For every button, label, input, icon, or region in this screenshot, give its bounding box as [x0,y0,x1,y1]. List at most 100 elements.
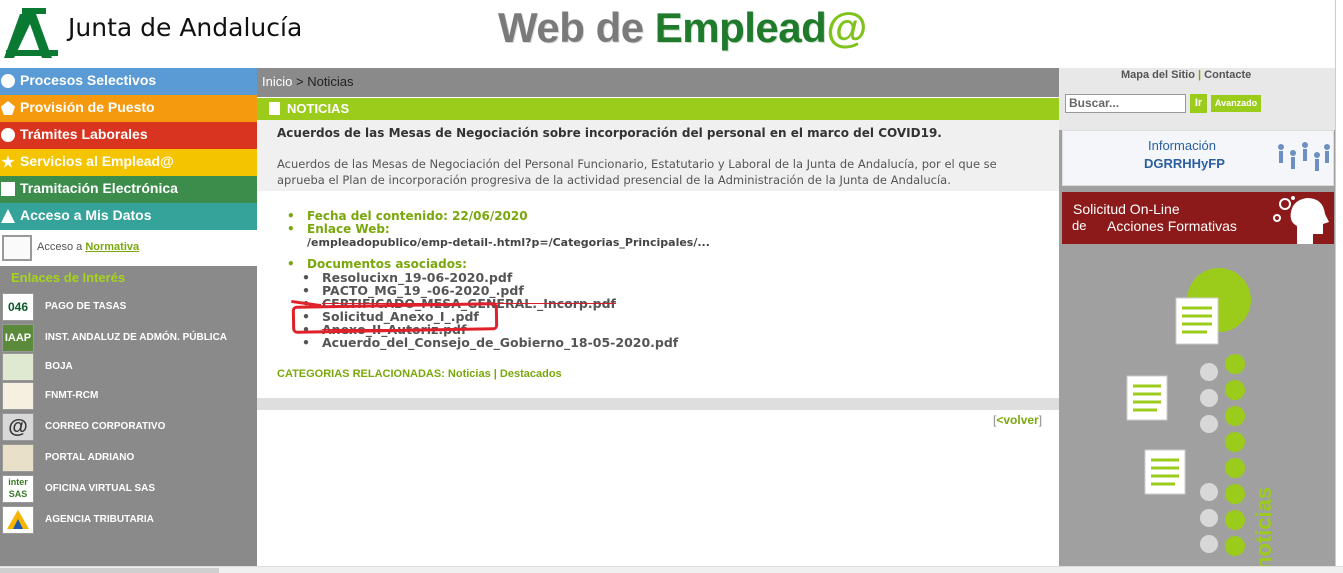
menu-label: Trámites Laborales [20,126,148,142]
categories-separator: | [493,368,497,380]
normativa-row[interactable]: Acceso a Normativa [0,230,257,266]
volver-link[interactable]: <volver [996,413,1038,427]
page: Junta de Andalucía Web de Emplead@ Proce… [0,0,1343,573]
menu-label: Servicios al Emplead@ [20,153,174,169]
doc-link[interactable]: Acuerdo_del_Consejo_de_Gobierno_18-05-20… [302,336,710,349]
site-title-part1: Web de [498,4,655,51]
aeat-icon [2,506,34,534]
back-link[interactable]: [<volver] [993,413,1042,427]
news-summary: Acuerdos de las Mesas de Negociación sob… [257,120,1059,191]
section-header: NOTICIAS [257,98,1059,120]
scrollbar-thumb[interactable] [0,568,219,573]
square-icon [1,182,15,196]
iaap-icon: IAAP [2,324,34,352]
bust-icon [2,444,34,472]
menu-label: Acceso a Mis Datos [20,207,152,223]
site-title-at: @ [826,4,867,51]
menu-label: Provisión de Puesto [20,99,155,115]
category-destacados[interactable]: Destacados [500,368,562,380]
form-line3: Acciones Formativas [1107,218,1237,234]
right-sidebar: Mapa del Sitio | Contacte Buscar... Ir A… [1059,68,1335,573]
breadcrumb-current: Noticias [307,74,354,89]
form-line1: Solicitud On-Line [1073,201,1180,217]
aeat-logo-icon [7,510,29,529]
menu-acceso-mis-datos[interactable]: Acceso a Mis Datos [0,203,257,230]
site-title-part2: Emplead [654,4,827,51]
link-oficina-virtual-sas[interactable]: inter SAS OFICINA VIRTUAL SAS [0,474,257,504]
gear-icon [1,74,15,88]
link-label: FNMT-RCM [45,390,99,401]
web-link-label: Enlace Web: [287,223,710,237]
normativa-link[interactable]: Normativa [85,241,139,253]
menu-servicios-empleado[interactable]: Servicios al Emplead@ [0,149,257,176]
related-categories: CATEGORIAS RELACIONADAS: Noticias | Dest… [277,368,562,380]
org-name[interactable]: Junta de Andalucía [68,13,302,42]
link-label: CORREO CORPORATIVO [45,421,166,432]
link-boja[interactable]: BOJA [0,352,257,382]
section-title: NOTICIAS [287,101,350,116]
utility-links: Mapa del Sitio | Contacte [1121,69,1251,81]
triangle-icon [1,209,15,223]
pentagon-icon [1,101,15,115]
info-dgrrhhyfp-banner[interactable]: Información DGRRHHyFP [1062,130,1334,186]
star-icon [1,155,15,168]
news-body: Acuerdos de las Mesas de Negociación del… [277,157,997,187]
document-icon [269,102,280,115]
divider [257,398,1059,410]
main-content: Inicio > Noticias NOTICIAS Acuerdos de l… [257,68,1059,566]
link-label: PORTAL ADRIANO [45,452,135,463]
form-line2: de [1072,218,1087,233]
link-label: PAGO DE TASAS [45,301,127,312]
link-pago-tasas[interactable]: 046 PAGO DE TASAS [0,292,257,322]
menu-label: Tramitación Electrónica [20,180,178,196]
modelo-046-icon: 046 [2,293,34,321]
link-fnmt[interactable]: FNMT-RCM [0,381,257,411]
category-noticias[interactable]: Noticias [448,368,491,380]
categories-label: CATEGORIAS RELACIONADAS: [277,368,445,380]
left-sidebar: Procesos Selectivos Provisión de Puesto … [0,68,257,573]
noticias-vertical-label: noticias [1251,487,1276,570]
link-portal-adriano[interactable]: PORTAL ADRIANO [0,443,257,473]
fnmt-icon [2,382,34,410]
noticias-graphic[interactable]: noticias [1059,248,1335,573]
link-label: OFICINA VIRTUAL SAS [45,483,156,494]
menu-tramitacion-electronica[interactable]: Tramitación Electrónica [0,176,257,203]
header: Junta de Andalucía Web de Emplead@ [0,0,1343,68]
menu-provision-puesto[interactable]: Provisión de Puesto [0,95,257,122]
online-training-banner[interactable]: Solicitud On-Line de Acciones Formativas [1062,192,1334,244]
red-highlight-annotation [291,302,499,334]
horizontal-scrollbar[interactable] [0,566,1343,573]
breadcrumb-separator: > [295,74,304,89]
normativa-text: Acceso a Normativa [37,241,139,253]
normativa-prefix: Acceso a [37,241,86,253]
advanced-search-button[interactable]: Avanzado [1211,95,1261,112]
junta-logo-icon[interactable] [2,6,60,60]
circle-icon [1,128,15,142]
link-label: BOJA [45,361,73,372]
at-sign-icon: @ [2,413,34,441]
enlaces-title: Enlaces de Interés [11,270,126,285]
link-agencia-tributaria[interactable]: AGENCIA TRIBUTARIA [0,505,257,535]
info-line2: DGRRHHyFP [1144,156,1225,171]
link-label: INST. ANDALUZ DE ADMÓN. PÚBLICA [45,332,228,343]
menu-tramites-laborales[interactable]: Trámites Laborales [0,122,257,149]
utility-separator: | [1198,69,1202,81]
right-top-panel: Mapa del Sitio | Contacte Buscar... Ir A… [1059,68,1335,130]
breadcrumb-home[interactable]: Inicio [262,74,292,89]
contact-link[interactable]: Contacte [1204,69,1251,81]
site-title[interactable]: Web de Emplead@ [498,4,867,52]
link-iaap[interactable]: IAAP INST. ANDALUZ DE ADMÓN. PÚBLICA [0,323,257,353]
web-link-url[interactable]: /empleadopublico/emp-detail-.html?p=/Cat… [287,236,710,249]
menu-procesos-selectivos[interactable]: Procesos Selectivos [0,68,257,95]
document-icon [1175,297,1219,345]
book-icon [2,235,32,261]
link-correo-corporativo[interactable]: @ CORREO CORPORATIVO [0,412,257,442]
search-input[interactable]: Buscar... [1065,94,1186,113]
bracket-close: ] [1038,413,1043,427]
news-title: Acuerdos de las Mesas de Negociación sob… [277,126,942,140]
sitemap-link[interactable]: Mapa del Sitio [1121,69,1195,81]
menu-label: Procesos Selectivos [20,72,157,88]
boja-icon [2,353,34,381]
people-icon [1278,142,1330,171]
search-button[interactable]: Ir [1190,94,1207,113]
